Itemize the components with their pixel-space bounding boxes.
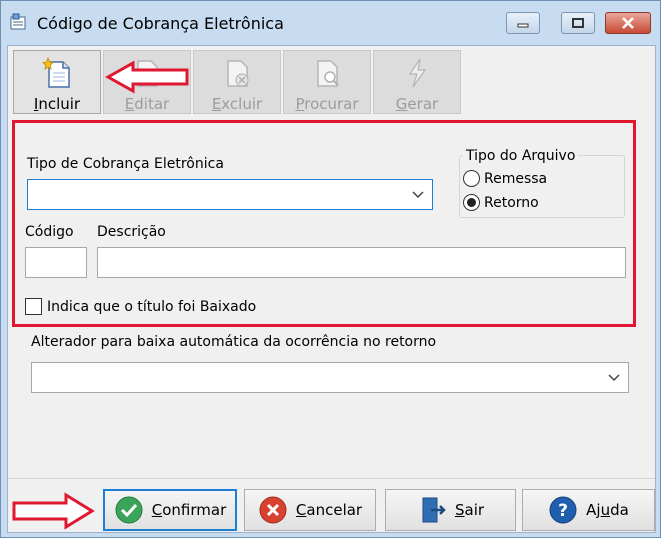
- minimize-button[interactable]: [506, 12, 540, 34]
- baixado-checkbox-label: Indica que o título foi Baixado: [47, 298, 257, 315]
- maximize-button[interactable]: [561, 12, 595, 34]
- radio-retorno-dot: [463, 194, 480, 211]
- confirmar-button[interactable]: Confirmar: [103, 489, 237, 531]
- maximize-icon: [572, 18, 584, 28]
- toolbar-button-excluir[interactable]: Excluir: [193, 50, 281, 114]
- title-bar: Código de Cobrança Eletrônica: [1, 1, 660, 45]
- toolbar-button-gerar[interactable]: Gerar: [373, 50, 461, 114]
- descricao-label: Descrição: [97, 224, 166, 240]
- cancel-circle-icon: [259, 496, 287, 524]
- toolbar-label-editar: Editar: [124, 95, 170, 113]
- check-circle-icon: [115, 496, 143, 524]
- sair-button[interactable]: Sair: [385, 489, 516, 531]
- app-icon: [10, 13, 26, 30]
- help-circle-icon: ?: [549, 496, 577, 524]
- baixado-checkbox[interactable]: Indica que o título foi Baixado: [25, 298, 256, 315]
- toolbar-label-incluir: Incluir: [33, 95, 81, 113]
- red-arrow-confirm-icon: [12, 492, 95, 530]
- tipo-arquivo-title: Tipo do Arquivo: [463, 148, 579, 164]
- new-document-icon: [42, 56, 70, 88]
- radio-remessa-label: Remessa: [484, 170, 548, 187]
- generate-icon: [408, 58, 427, 88]
- button-bar: Confirmar Cancelar Sair ? Ajuda: [8, 478, 655, 532]
- minimize-icon: [517, 23, 529, 28]
- client-area: Incluir Editar Excluir Procurar Gerar Ti…: [7, 45, 656, 533]
- search-document-icon: [317, 60, 339, 87]
- alterador-combo[interactable]: [31, 362, 629, 393]
- cancelar-label: Cancelar: [295, 501, 363, 519]
- cancelar-button[interactable]: Cancelar: [244, 489, 376, 531]
- close-icon: [622, 17, 634, 29]
- tipo-cobranca-combo[interactable]: [27, 179, 433, 210]
- codigo-input[interactable]: [25, 247, 87, 278]
- baixado-checkbox-box: [25, 298, 42, 315]
- toolbar-label-excluir: Excluir: [211, 95, 263, 113]
- delete-document-icon: [227, 60, 249, 87]
- radio-remessa[interactable]: Remessa: [463, 170, 547, 187]
- exit-door-icon: [422, 497, 446, 523]
- codigo-label: Código: [25, 224, 74, 240]
- radio-remessa-dot: [463, 170, 480, 187]
- toolbar-button-procurar[interactable]: Procurar: [283, 50, 371, 114]
- alterador-label: Alterador para baixa automática da ocorr…: [31, 334, 437, 350]
- confirmar-label: Confirmar: [151, 501, 227, 519]
- close-button[interactable]: [605, 12, 651, 34]
- radio-retorno[interactable]: Retorno: [463, 194, 539, 211]
- descricao-input[interactable]: [97, 247, 626, 278]
- sair-label: Sair: [454, 501, 485, 519]
- ajuda-label: Ajuda: [586, 501, 629, 519]
- tipo-cobranca-label: Tipo de Cobrança Eletrônica: [27, 156, 224, 172]
- chevron-down-icon: [608, 373, 620, 381]
- toolbar-label-procurar: Procurar: [295, 95, 359, 113]
- toolbar-button-incluir[interactable]: Incluir: [13, 50, 101, 114]
- toolbar-label-gerar: Gerar: [395, 95, 439, 113]
- ajuda-button[interactable]: ? Ajuda: [522, 489, 655, 531]
- dialog-window: Código de Cobrança Eletrônica Incluir Ed…: [0, 0, 661, 538]
- svg-text:?: ?: [558, 501, 568, 521]
- radio-retorno-label: Retorno: [484, 194, 539, 211]
- window-title: Código de Cobrança Eletrônica: [37, 14, 284, 33]
- chevron-down-icon: [412, 190, 424, 198]
- red-arrow-toolbar-icon: [105, 60, 189, 94]
